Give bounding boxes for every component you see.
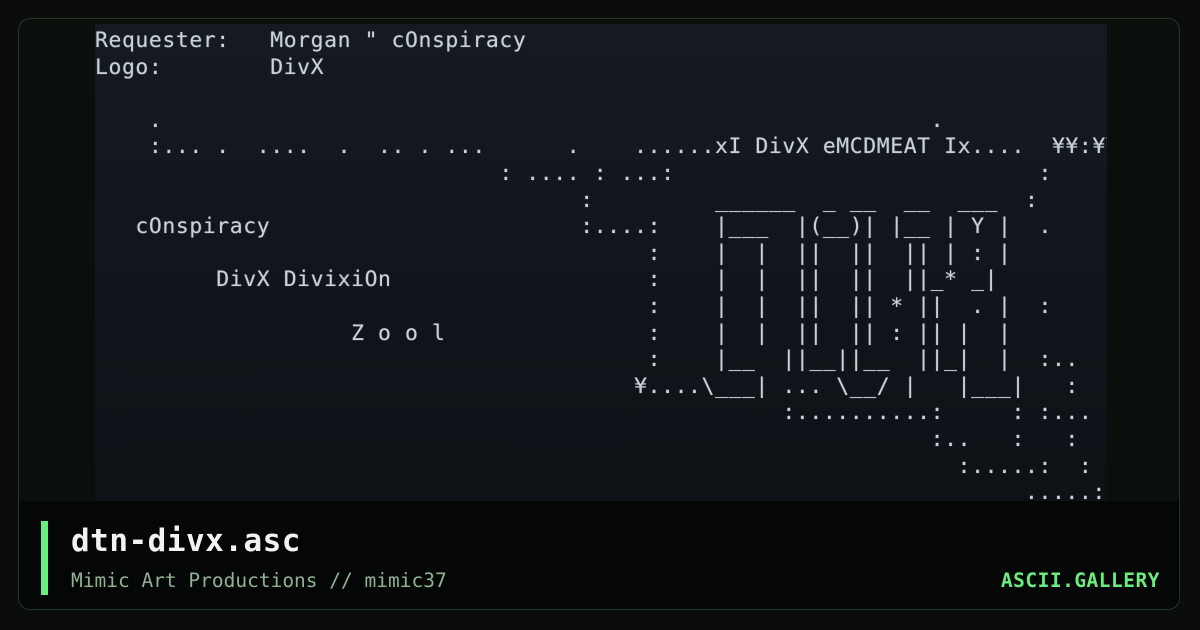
ascii-art-preview[interactable]: Requester: Morgan " cOnspiracy Logo: Div… [95,24,1107,501]
artwork-title[interactable]: dtn-divx.asc [71,523,301,559]
caption-bar: dtn-divx.asc Mimic Art Productions // mi… [19,501,1179,609]
card-frame: Requester: Morgan " cOnspiracy Logo: Div… [18,18,1180,610]
ascii-art-text: Requester: Morgan " cOnspiracy Logo: Div… [95,28,1107,501]
artwork-credit: Mimic Art Productions // mimic37 [71,569,447,592]
site-brand[interactable]: ASCII.GALLERY [1001,569,1160,592]
accent-bar [41,521,48,595]
